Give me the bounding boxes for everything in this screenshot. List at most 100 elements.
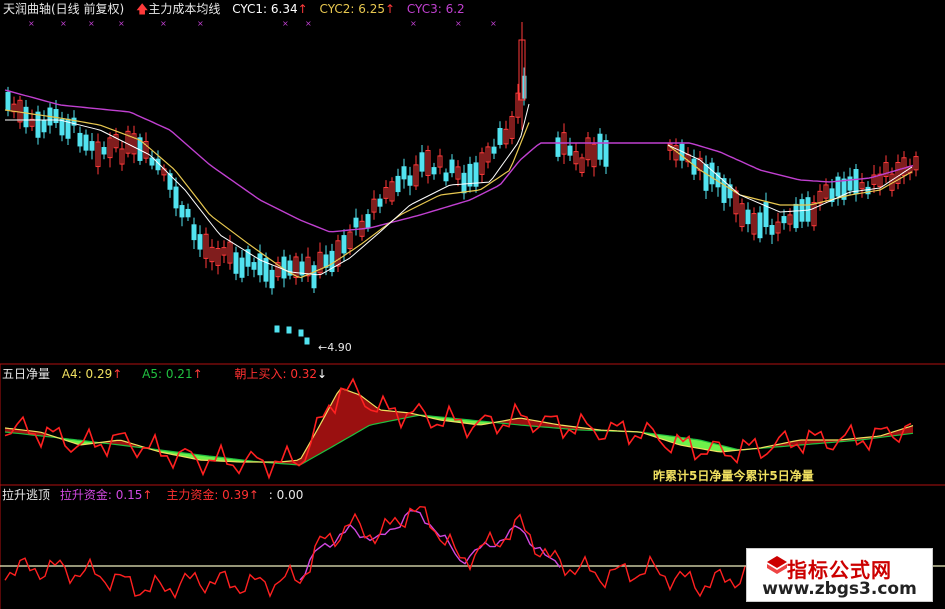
net-volume-fill	[365, 398, 369, 428]
up-arrow-icon: ↑	[297, 2, 308, 16]
main-capital-line	[4, 505, 746, 600]
candle-body	[35, 111, 41, 138]
pull-escape-header: 拉升逃顶 拉升资金: 0.15↑ 主力资金: 0.39↑ : 0.00	[2, 488, 303, 502]
up-arrow-icon: ↑	[248, 488, 259, 502]
candle-body	[274, 325, 280, 333]
candle-body	[449, 159, 455, 174]
candle-body	[77, 132, 83, 147]
marker-glyph: ×	[305, 19, 312, 28]
candle-body	[173, 186, 179, 209]
candle-body	[239, 257, 245, 278]
candle-body	[847, 176, 853, 191]
marker-glyph: ×	[282, 19, 289, 28]
marker-glyph: ×	[118, 19, 125, 28]
net-volume-fill	[697, 439, 701, 449]
candle-body	[89, 141, 95, 151]
net-volume-fill	[357, 393, 361, 433]
cyc2-value: CYC2: 6.25	[319, 2, 385, 16]
candle-body	[781, 216, 787, 224]
candle-body	[835, 176, 841, 197]
a4-value: A4: 0.29	[61, 367, 113, 381]
candle-body	[467, 163, 473, 187]
net-volume-fill	[381, 410, 385, 423]
candle-body	[703, 164, 709, 191]
candle-body	[304, 337, 310, 345]
down-arrow-icon: ↓	[317, 367, 328, 381]
low-price-value: 4.90	[327, 341, 352, 354]
candle-body	[341, 235, 347, 254]
candle-body	[5, 91, 11, 111]
candle-body	[395, 175, 401, 193]
net-volume-fill	[341, 388, 345, 442]
up-arrow-icon: ↑	[192, 367, 203, 381]
buy-line	[4, 377, 912, 480]
candle-body	[419, 152, 425, 172]
net-volume-header: 五日净量 A4: 0.29↑ A5: 0.21↑ 朝上买入: 0.32↓	[2, 367, 327, 381]
candle-body	[709, 162, 715, 185]
candle-body	[179, 205, 185, 218]
marker-glyph: ×	[28, 19, 35, 28]
a5-value: A5: 0.21	[142, 367, 193, 381]
left-arrow-icon: ←	[318, 341, 328, 354]
net-volume-fill	[353, 392, 357, 435]
marker-glyph: ×	[197, 19, 204, 28]
marker-glyph: ×	[88, 19, 95, 28]
candle-body	[757, 212, 763, 239]
candle-body	[555, 137, 561, 157]
candle-body	[23, 106, 29, 128]
watermark-url: www.zbgs3.com	[762, 579, 917, 599]
up-arrow-icon: ↑	[142, 488, 153, 502]
up-arrow-icon: ↑	[112, 367, 123, 381]
marker-glyph: ×	[60, 19, 67, 28]
candle-body	[745, 209, 751, 225]
net-volume-fill	[369, 401, 373, 426]
candle-body	[491, 146, 497, 154]
candle-body	[377, 198, 383, 207]
net-volume-fill	[317, 423, 321, 456]
candle-body	[269, 269, 275, 289]
net-volume-fill	[693, 439, 697, 448]
candle-body	[59, 118, 65, 136]
pull-capital-line	[299, 509, 561, 581]
candle-body	[83, 134, 89, 151]
indicator-name: 主力成本均线	[148, 2, 221, 16]
candle-body	[286, 326, 292, 334]
price-panel: × × × × × × × × × × ×	[0, 19, 945, 609]
net-volume-annotation: 昨累计5日净量今累计5日净量	[653, 469, 814, 483]
candle-body	[365, 214, 371, 228]
candle-body	[191, 224, 197, 241]
chart-stage: × × × × × × × × × × ×	[0, 19, 945, 609]
candle-body	[251, 262, 257, 270]
net-volume-fill	[349, 391, 353, 438]
candle-body	[298, 329, 304, 337]
candle-body	[443, 172, 449, 182]
candle-body	[353, 217, 359, 228]
marker-glyph: ×	[160, 19, 167, 28]
chart-title: 天润曲轴(日线 前复权)	[3, 2, 125, 16]
candle-body	[793, 203, 799, 229]
up-arrow-icon: 🡅	[136, 2, 149, 16]
buy-value: 朝上买入: 0.32	[234, 367, 318, 381]
net-volume-fill	[385, 410, 389, 422]
net-volume-fill	[345, 389, 349, 440]
net-volume-fill	[333, 393, 337, 447]
candle-body	[497, 127, 503, 145]
price-panel-header: 天润曲轴(日线 前复权) 🡅主力成本均线 CYC1: 6.34↑ CYC2: 6…	[3, 2, 465, 16]
candle-body	[257, 253, 263, 276]
net-volume-fill	[389, 410, 393, 422]
candle-body	[401, 166, 407, 180]
candle-body	[53, 109, 59, 124]
net-volume-fill	[517, 418, 521, 426]
marker-glyph: ×	[490, 19, 497, 28]
candle-body	[311, 265, 317, 289]
candle-body	[567, 145, 573, 156]
candle-body	[853, 169, 859, 195]
cyc3-value: CYC3: 6.2	[406, 2, 465, 16]
candle-body	[101, 146, 107, 155]
marker-glyph: ×	[410, 19, 417, 28]
candle-body	[461, 172, 467, 194]
candle-body	[769, 225, 775, 235]
pull-escape-title: 拉升逃顶	[2, 488, 51, 502]
zero-value: : 0.00	[268, 488, 304, 502]
marker-glyph: ×	[455, 19, 462, 28]
